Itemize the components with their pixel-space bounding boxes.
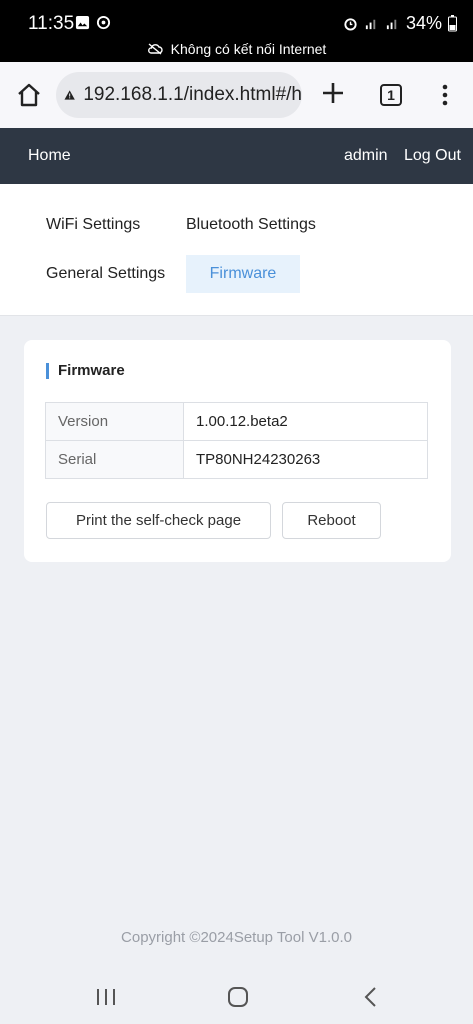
browser-toolbar: 192.168.1.1/index.html#/h 1 [0, 62, 473, 128]
logout-link[interactable]: Log Out [404, 147, 461, 165]
status-bar: 11:35 34% Không có kết nối Internet [0, 0, 473, 62]
home-icon[interactable] [16, 82, 42, 108]
card-title: Firmware [46, 363, 125, 379]
firmware-card: Firmware Version 1.00.12.beta2 Serial TP… [24, 340, 451, 562]
version-value: 1.00.12.beta2 [183, 402, 428, 441]
alarm-icon [344, 18, 357, 31]
home-nav-icon[interactable] [226, 986, 250, 1008]
system-nav-bar [0, 968, 473, 1024]
tab-bluetooth-settings[interactable]: Bluetooth Settings [186, 206, 316, 244]
nav-home-link[interactable]: Home [28, 147, 71, 165]
firmware-info-table: Version 1.00.12.beta2 Serial TP80NH24230… [45, 402, 428, 479]
nav-username: admin [344, 147, 388, 164]
battery-level: 34% [405, 13, 442, 33]
table-row: Version 1.00.12.beta2 [45, 402, 428, 441]
reboot-button[interactable]: Reboot [282, 502, 381, 539]
settings-tabs: WiFi Settings Bluetooth Settings General… [0, 184, 473, 316]
no-internet-text: Không có kết nối Internet [170, 41, 327, 57]
more-menu-icon[interactable] [436, 83, 454, 107]
cloud-off-icon [147, 43, 163, 55]
url-text[interactable]: 192.168.1.1/index.html#/h [83, 84, 302, 106]
status-time: 11:35 [28, 13, 75, 34]
table-row: Serial TP80NH24230263 [45, 440, 428, 479]
address-bar[interactable]: 192.168.1.1/index.html#/h [56, 72, 302, 118]
serial-value: TP80NH24230263 [183, 440, 428, 479]
version-label: Version [45, 402, 184, 441]
copyright-text: Copyright ©2024Setup Tool V1.0.0 [121, 929, 352, 946]
warning-icon[interactable] [64, 85, 75, 105]
signal-icon [386, 19, 397, 30]
gallery-icon [75, 15, 90, 30]
new-tab-icon[interactable] [320, 80, 346, 106]
back-icon[interactable] [360, 986, 384, 1008]
print-self-check-button[interactable]: Print the self-check page [46, 502, 271, 539]
tab-general-settings[interactable]: General Settings [46, 255, 165, 293]
battery-icon [448, 15, 457, 32]
signal-icon [365, 19, 376, 30]
sync-icon [96, 15, 111, 30]
tab-switcher-button[interactable]: 1 [380, 84, 402, 106]
tab-wifi-settings[interactable]: WiFi Settings [46, 206, 140, 244]
serial-label: Serial [45, 440, 184, 479]
no-internet-banner: Không có kết nối Internet [0, 41, 473, 57]
recent-apps-icon[interactable] [94, 986, 118, 1008]
app-navbar: Home admin Log Out [0, 128, 473, 184]
tab-firmware[interactable]: Firmware [186, 255, 300, 293]
